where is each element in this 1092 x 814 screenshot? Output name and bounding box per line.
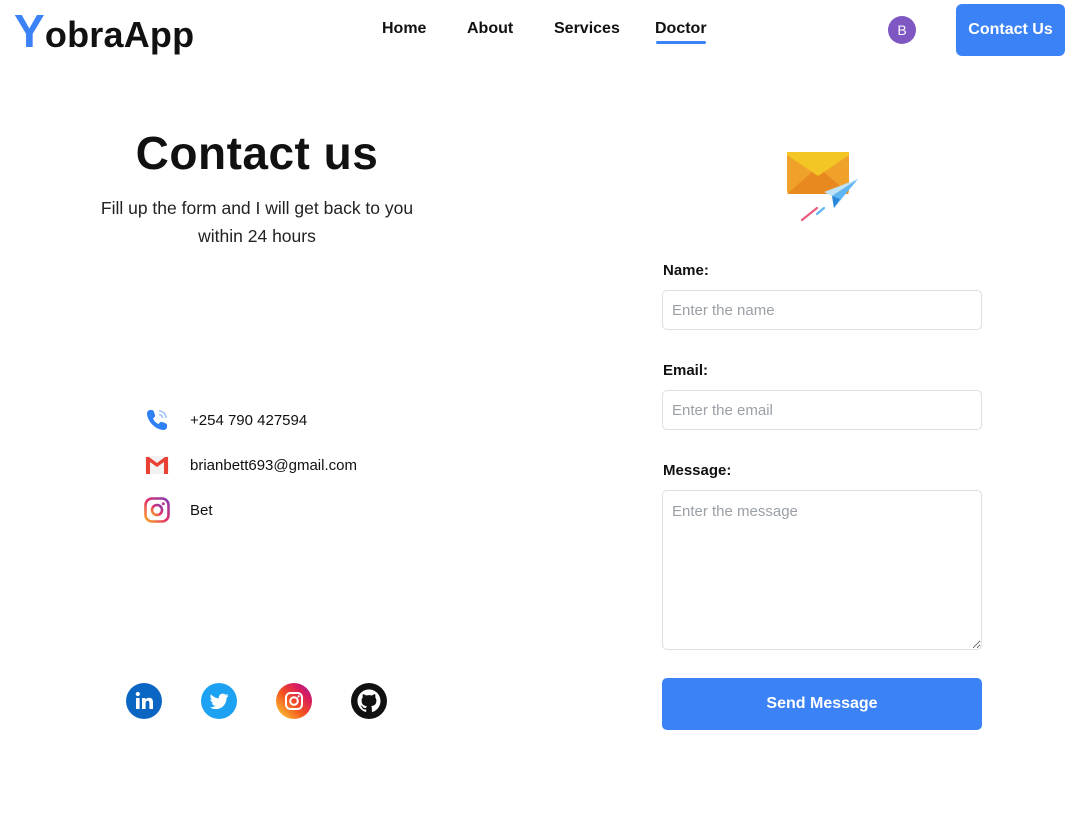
nav-about[interactable]: About [467,20,513,38]
email-label: Email: [663,362,709,379]
nav-services[interactable]: Services [554,20,620,38]
nav-doctor[interactable]: Doctor [655,20,707,44]
twitter-icon[interactable] [201,683,237,719]
page-subtitle: Fill up the form and I will get back to … [100,198,414,246]
email-input[interactable] [662,390,982,430]
page-title: Contact us [135,127,379,179]
github-icon[interactable] [351,683,387,719]
instagram-icon [143,496,171,524]
contact-us-button[interactable]: Contact Us [956,4,1065,56]
contact-phone-row: +254 790 427594 [143,406,307,434]
message-textarea[interactable] [662,490,982,650]
phone-icon [143,406,171,434]
instagram-icon[interactable] [276,683,312,719]
name-label: Name: [663,262,709,279]
contact-page: Y obraApp Home About Services Doctor B C… [0,0,1092,814]
contact-phone: +254 790 427594 [190,411,308,429]
name-input[interactable] [662,290,982,330]
contact-instagram-row: Bet [143,496,213,524]
logo[interactable]: Y obraApp [14,8,194,58]
contact-email-row: brianbett693@gmail.com [143,451,357,479]
contact-email: brianbett693@gmail.com [190,456,357,474]
message-label: Message: [663,462,732,479]
contact-instagram: Bet [190,501,213,519]
nav-home[interactable]: Home [382,20,426,38]
mail-send-icon [784,148,860,224]
logo-text: obraApp [44,14,195,55]
user-avatar[interactable]: B [888,16,916,44]
logo-initial: Y [14,5,45,57]
send-message-button[interactable]: Send Message [662,678,982,730]
linkedin-icon[interactable] [126,683,162,719]
gmail-icon [143,451,171,479]
